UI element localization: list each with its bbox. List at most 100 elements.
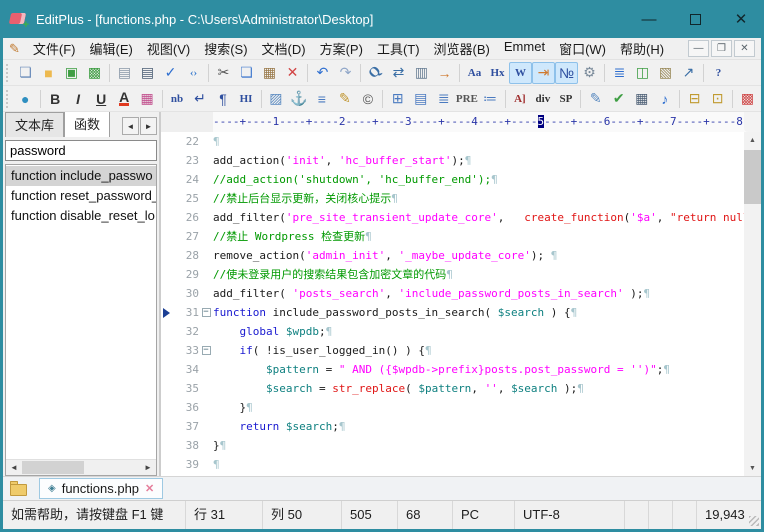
underline-button[interactable]: U bbox=[90, 88, 113, 110]
form-options-button[interactable]: ⊡ bbox=[706, 88, 729, 110]
menu-item[interactable]: Emmet bbox=[497, 38, 552, 60]
menu-item[interactable]: 窗口(W) bbox=[552, 38, 613, 60]
tab-scroll-right-button[interactable]: ► bbox=[140, 117, 157, 135]
insert-video-button[interactable]: ▦ bbox=[630, 88, 653, 110]
table-cell-button[interactable]: ▤ bbox=[409, 88, 432, 110]
paragraph-tag-button[interactable]: ¶ bbox=[212, 88, 235, 110]
word-wrap-button[interactable]: W bbox=[509, 62, 532, 84]
fold-toggle-icon[interactable]: − bbox=[202, 308, 211, 317]
auto-indent-button[interactable]: ⇥ bbox=[532, 62, 555, 84]
preferences-button[interactable]: ⚙ bbox=[578, 62, 601, 84]
function-list-item[interactable]: function include_passwo bbox=[6, 166, 156, 186]
heading-tag-button[interactable]: HI bbox=[235, 88, 258, 110]
span-tag-button[interactable]: SP bbox=[554, 88, 577, 110]
preformatted-tag-button[interactable]: PRE bbox=[455, 88, 478, 110]
hex-view-button[interactable]: Hx bbox=[486, 62, 509, 84]
font-tag-button[interactable]: A] bbox=[508, 88, 531, 110]
document-tab-functions-php[interactable]: ◈ functions.php ✕ bbox=[39, 478, 163, 499]
find-button[interactable]: Q bbox=[364, 62, 387, 84]
menu-item[interactable]: 帮助(H) bbox=[613, 38, 671, 60]
editor-canvas[interactable]: 22¶23add_action('init', 'hc_buffer_start… bbox=[161, 132, 744, 476]
italic-button[interactable]: I bbox=[67, 88, 90, 110]
color-palette-button[interactable]: ▦ bbox=[136, 88, 159, 110]
cut-button[interactable]: ✂ bbox=[212, 62, 235, 84]
menu-item[interactable]: 方案(P) bbox=[313, 38, 370, 60]
toggle-case-button[interactable]: Aa bbox=[463, 62, 486, 84]
folder-icon[interactable] bbox=[9, 480, 31, 498]
print-preview-button[interactable]: ▤ bbox=[113, 62, 136, 84]
find-in-files-button[interactable]: ▥ bbox=[410, 62, 433, 84]
form-input-button[interactable]: ⊟ bbox=[683, 88, 706, 110]
replace-button[interactable]: ⇄ bbox=[387, 62, 410, 84]
scroll-up-button[interactable]: ▲ bbox=[744, 132, 761, 148]
redo-button[interactable]: ↷ bbox=[334, 62, 357, 84]
browser-button[interactable]: ● bbox=[14, 88, 37, 110]
menu-item[interactable]: 文件(F) bbox=[26, 38, 83, 60]
spell-check-button[interactable]: ✓ bbox=[159, 62, 182, 84]
html-tags-button[interactable]: ‹› bbox=[182, 62, 205, 84]
scrollbar-thumb[interactable] bbox=[744, 150, 761, 204]
scroll-left-button[interactable]: ◄ bbox=[6, 460, 22, 475]
editplus-logo-icon[interactable]: + bbox=[10, 12, 27, 27]
syntax-check-button[interactable]: ✔ bbox=[607, 88, 630, 110]
scrollbar-track[interactable] bbox=[744, 204, 761, 460]
print-button[interactable]: ▤ bbox=[136, 62, 159, 84]
mdi-restore-button[interactable]: ❐ bbox=[711, 40, 732, 57]
insert-image-button[interactable]: ▨ bbox=[264, 88, 287, 110]
delete-button[interactable]: ✕ bbox=[281, 62, 304, 84]
compose-email-button[interactable]: ✎ bbox=[333, 88, 356, 110]
menu-item[interactable]: 编辑(E) bbox=[83, 38, 140, 60]
menu-item[interactable]: 文档(D) bbox=[255, 38, 313, 60]
menu-item[interactable]: 视图(V) bbox=[140, 38, 197, 60]
toolbar-grip[interactable] bbox=[6, 90, 10, 108]
bullet-list-tag-button[interactable]: ≔ bbox=[479, 88, 502, 110]
save-button[interactable]: ▣ bbox=[60, 62, 83, 84]
function-list-item[interactable]: function disable_reset_lo bbox=[6, 206, 156, 226]
resize-grip-icon[interactable] bbox=[749, 516, 759, 526]
insert-table-button[interactable]: ⊞ bbox=[386, 88, 409, 110]
fold-toggle-icon[interactable]: − bbox=[202, 346, 211, 355]
mdi-minimize-button[interactable]: — bbox=[688, 40, 709, 57]
color-picker-button[interactable]: ▩ bbox=[736, 88, 759, 110]
non-breaking-space-button[interactable]: nb bbox=[166, 88, 189, 110]
mdi-close-button[interactable]: ✕ bbox=[734, 40, 755, 57]
minimize-button[interactable]: — bbox=[626, 0, 672, 38]
context-help-button[interactable]: ? bbox=[707, 62, 730, 84]
scroll-down-button[interactable]: ▼ bbox=[744, 460, 761, 476]
cliptext-window-button[interactable]: ▧ bbox=[654, 62, 677, 84]
undo-button[interactable]: ↶ bbox=[311, 62, 334, 84]
font-color-button[interactable]: A bbox=[113, 88, 136, 110]
horizontal-rule-button[interactable]: ≡ bbox=[310, 88, 333, 110]
close-button[interactable]: ✕ bbox=[718, 0, 764, 38]
scrollbar-track[interactable] bbox=[84, 460, 140, 475]
new-file-button[interactable]: ❏ bbox=[14, 62, 37, 84]
paste-button[interactable]: ▦ bbox=[258, 62, 281, 84]
view-in-browser-button[interactable]: ↗ bbox=[677, 62, 700, 84]
menu-item[interactable]: 工具(T) bbox=[370, 38, 427, 60]
anchor-tag-button[interactable]: ⚓ bbox=[287, 88, 310, 110]
line-numbers-button[interactable]: № bbox=[555, 62, 578, 84]
document-list-button[interactable]: ≣ bbox=[608, 62, 631, 84]
edit-script-button[interactable]: ✎ bbox=[584, 88, 607, 110]
toolbar-grip[interactable] bbox=[6, 64, 10, 82]
scroll-right-button[interactable]: ► bbox=[140, 460, 156, 475]
save-all-button[interactable]: ▩ bbox=[83, 62, 106, 84]
menu-item[interactable]: 搜索(S) bbox=[197, 38, 254, 60]
div-tag-button[interactable]: div bbox=[531, 88, 554, 110]
function-search-input[interactable] bbox=[5, 140, 157, 161]
center-text-button[interactable]: ≣ bbox=[432, 88, 455, 110]
sidebar-tab-functions[interactable]: 函数 bbox=[64, 112, 110, 137]
tab-scroll-left-button[interactable]: ◄ bbox=[122, 117, 139, 135]
sidebar-tab-cliptext[interactable]: 文本库 bbox=[5, 112, 64, 137]
tab-close-icon[interactable]: ✕ bbox=[145, 482, 154, 495]
menu-item[interactable]: 浏览器(B) bbox=[427, 38, 497, 60]
scrollbar-thumb[interactable] bbox=[22, 461, 84, 474]
document-pencil-icon[interactable]: ✎ bbox=[9, 41, 20, 57]
goto-line-button[interactable]: → bbox=[433, 62, 456, 84]
window-split-button[interactable]: ◫ bbox=[631, 62, 654, 84]
special-character-button[interactable]: © bbox=[356, 88, 379, 110]
function-list-item[interactable]: function reset_password_ bbox=[6, 186, 156, 206]
copy-button[interactable]: ❏ bbox=[235, 62, 258, 84]
maximize-button[interactable] bbox=[672, 0, 718, 38]
bold-button[interactable]: B bbox=[44, 88, 67, 110]
